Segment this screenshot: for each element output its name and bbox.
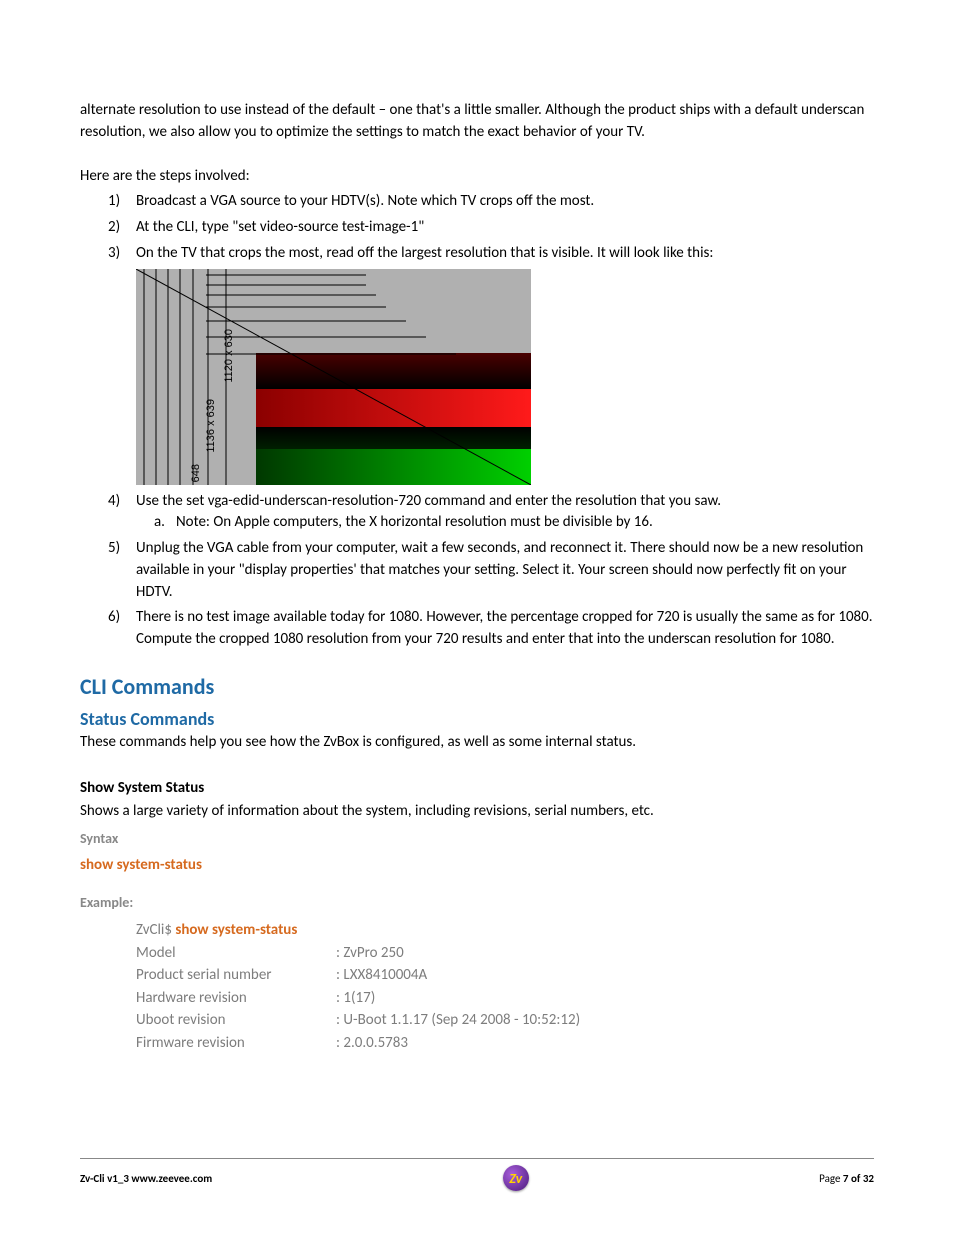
steps-list: Broadcast a VGA source to your HDTV(s). … — [80, 191, 874, 651]
intro-paragraph: alternate resolution to use instead of t… — [80, 100, 874, 144]
step-3: On the TV that crops the most, read off … — [136, 243, 874, 485]
ex-key: Hardware revision — [136, 987, 336, 1010]
step-4: Use the set vga-edid-underscan-resolutio… — [136, 491, 874, 535]
ex-val: : 1(17) — [336, 987, 375, 1010]
footer-right: Page 7 of 32 — [819, 1172, 874, 1185]
step-4-text: Use the set vga-edid-underscan-resolutio… — [136, 492, 721, 510]
test-pattern-lines — [136, 269, 531, 485]
step-4a: Note: On Apple computers, the X horizont… — [176, 512, 874, 534]
example-label: Example: — [80, 893, 874, 913]
ex-key: Model — [136, 942, 336, 965]
resolution-label-3: 648 — [189, 464, 205, 482]
footer-page-word: Page — [819, 1172, 843, 1185]
ex-key: Uboot revision — [136, 1009, 336, 1032]
resolution-label-2: 1136 x 639 — [204, 399, 220, 453]
test-pattern-image: 1120 x 630 1136 x 639 648 — [136, 269, 531, 485]
example-prompt-line: ZvCli$ show system-status — [136, 919, 874, 942]
page-footer: Zv-Cli v1_3 www.zeevee.com Zv Page 7 of … — [80, 1158, 874, 1191]
step-5: Unplug the VGA cable from your computer,… — [136, 538, 874, 603]
ex-val: : 2.0.0.5783 — [336, 1032, 408, 1055]
step-6: There is no test image available today f… — [136, 607, 874, 651]
example-row-model: Model : ZvPro 250 — [136, 942, 874, 965]
step-3-text: On the TV that crops the most, read off … — [136, 244, 713, 262]
steps-lead: Here are the steps involved: — [80, 166, 874, 188]
zv-logo-icon: Zv — [503, 1165, 529, 1191]
heading-status-commands: Status Commands — [80, 708, 874, 730]
example-row-firmware: Firmware revision : 2.0.0.5783 — [136, 1032, 874, 1055]
document-page: alternate resolution to use instead of t… — [0, 0, 954, 1235]
status-description: These commands help you see how the ZvBo… — [80, 732, 874, 754]
ex-key: Product serial number — [136, 964, 336, 987]
step-1: Broadcast a VGA source to your HDTV(s). … — [136, 191, 874, 213]
footer-left: Zv-Cli v1_3 www.zeevee.com — [80, 1172, 212, 1185]
step-2: At the CLI, type "set video-source test-… — [136, 217, 874, 239]
ex-val: : U-Boot 1.1.17 (Sep 24 2008 - 10:52:12) — [336, 1009, 580, 1032]
show-system-status-desc: Shows a large variety of information abo… — [80, 801, 874, 823]
cli-prompt: ZvCli$ — [136, 921, 175, 939]
example-row-hardware: Hardware revision : 1(17) — [136, 987, 874, 1010]
resolution-label-1: 1120 x 630 — [222, 329, 238, 383]
footer-page-num: 7 of 32 — [843, 1172, 874, 1185]
syntax-label: Syntax — [80, 829, 874, 849]
heading-cli-commands: CLI Commands — [80, 673, 874, 700]
show-system-status-title: Show System Status — [80, 778, 874, 800]
example-block: ZvCli$ show system-status Model : ZvPro … — [136, 919, 874, 1054]
ex-val: : ZvPro 250 — [336, 942, 404, 965]
cli-command: show system-status — [175, 921, 297, 939]
syntax-command: show system-status — [80, 855, 874, 877]
example-row-serial: Product serial number : LXX8410004A — [136, 964, 874, 987]
ex-val: : LXX8410004A — [336, 964, 427, 987]
example-row-uboot: Uboot revision : U-Boot 1.1.17 (Sep 24 2… — [136, 1009, 874, 1032]
ex-key: Firmware revision — [136, 1032, 336, 1055]
